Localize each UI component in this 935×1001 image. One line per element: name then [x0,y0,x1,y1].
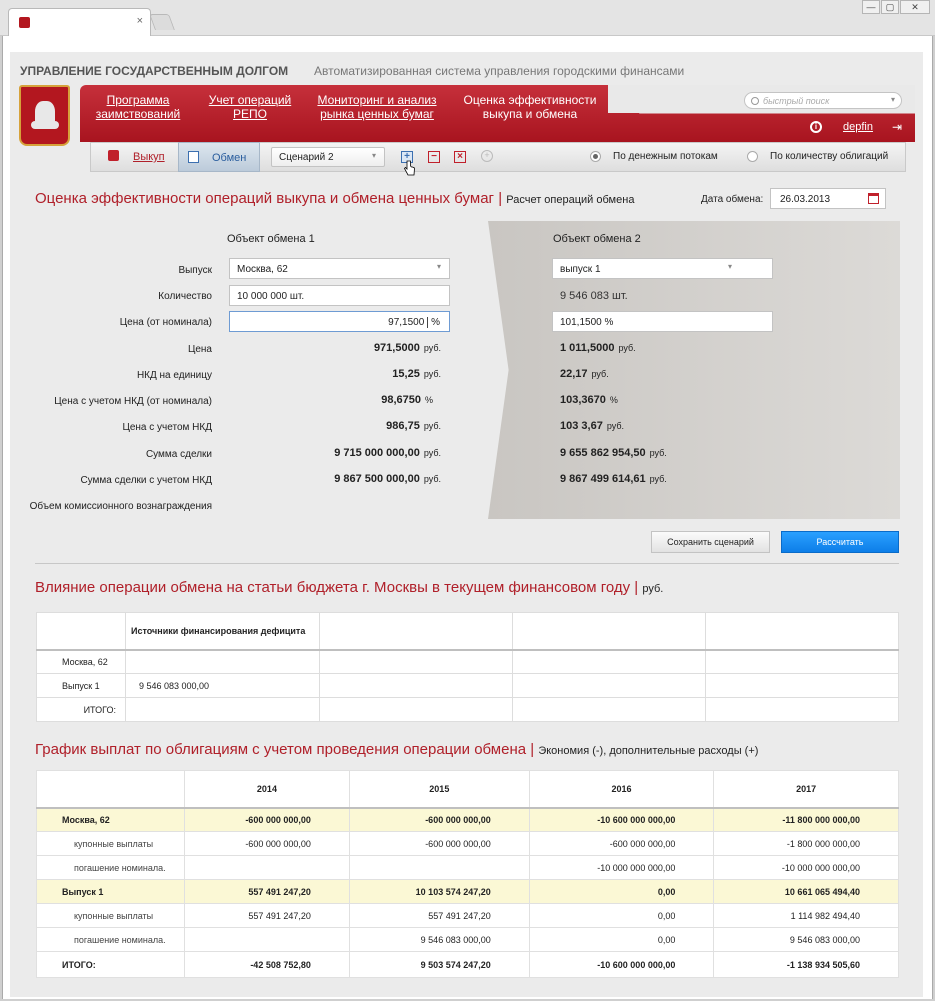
obj2-sum-nkd: 9 867 499 614,61 руб. [560,473,667,485]
table-row: Выпуск 1 9 546 083 000,00 [36,673,899,698]
maximize-button[interactable]: ▢ [881,0,899,14]
chevron-down-icon[interactable]: ▾ [891,95,895,104]
zoom-icon[interactable]: + [481,150,493,162]
obj2-price-nkd: 103 3,67 руб. [560,420,624,432]
divider [35,563,899,564]
browser-tab[interactable]: × [8,8,151,36]
column-header: Источники финансирования дефицита [125,612,320,651]
radio-bond-count-label: По количеству облигаций [770,151,889,162]
nav-item-monitoring[interactable]: Мониторинг и анализ рынка ценных бумаг [316,93,438,121]
obj1-nkd: 15,25 руб. [392,368,441,380]
obj1-qty-input[interactable]: 10 000 000 шт. [229,285,450,306]
scenario-select[interactable]: Сценарий 2 ▾ [271,147,385,167]
obj2-qty: 9 546 083 шт. [560,290,628,302]
table-row: купонные выплаты -600 000 000,00 -600 000… [36,831,899,856]
label-qty: Количество [158,291,212,302]
chevron-down-icon: ▾ [727,262,732,271]
budget-section-title: Влияние операции обмена на статьи бюджет… [35,579,664,596]
obj2-price: 1 011,5000 руб. [560,342,636,354]
exchange-icon [188,151,199,163]
obj2-vypusk-select[interactable]: выпуск 1 ▾ [552,258,773,279]
calendar-icon[interactable] [868,193,879,204]
search-input[interactable]: быстрый поиск ▾ [744,92,902,109]
obj2-price-nom-input[interactable]: 101,1500 % [552,311,773,332]
label-sum-nkd: Сумма сделки с учетом НКД [80,475,212,486]
nav-item-program[interactable]: Программа заимствований [95,93,181,121]
table-row: купонные выплаты 557 491 247,20 557 491 2… [36,903,899,928]
table-row: погашение номинала. 9 546 083 000,00 0,00… [36,927,899,952]
close-window-button[interactable]: ✕ [900,0,930,14]
table-row: Москва, 62 -600 000 000,00 -600 000 000,0… [36,807,899,832]
radio-cashflow-label: По денежным потокам [613,151,718,162]
table-header: Источники финансирования дефицита [36,612,899,651]
section-title: Оценка эффективности операций выкупа и о… [35,190,635,207]
label-price-nom: Цена (от номинала) [119,317,212,328]
obj1-price: 971,5000 руб. [373,342,441,354]
obj2-price-nkd-nom: 103,3670% [560,394,618,406]
logout-icon[interactable]: ⇥ [892,120,902,134]
label-sum: Сумма сделки [145,449,212,460]
brand-subtitle: Автоматизированная система управления го… [314,64,685,78]
label-commission: Объем комиссионного вознаграждения [29,501,212,512]
payments-table: 2014 2015 2016 2017 Москва, 62 -600 000 … [36,770,899,978]
hand-cursor-icon [404,160,415,176]
label-price-nkd-nom: Цена с учетом НКД (от номинала) [54,396,212,407]
close-tab-icon[interactable]: × [137,15,143,27]
brand-title: УПРАВЛЕНИЕ ГОСУДАРСТВЕННЫМ ДОЛГОМ [20,64,289,78]
save-scenario-button[interactable]: Сохранить сценарий [651,531,770,553]
obj1-vypusk-select[interactable]: Москва, 62 ▾ [229,258,450,279]
table-total-row: ИТОГО: -42 508 752,80 9 503 574 247,20 -10… [36,951,899,978]
payments-section-title: График выплат по облигациям с учетом про… [35,741,759,758]
remove-scenario-button[interactable]: − [428,151,440,163]
tab-obmen[interactable]: Обмен [178,142,260,172]
obj1-sum: 9 715 000 000,00 руб. [334,447,441,459]
label-price-nkd: Цена с учетом НКД [122,422,212,433]
search-icon [751,97,759,105]
minimize-button[interactable]: — [862,0,880,14]
chevron-down-icon: ▾ [371,151,376,160]
table-row: Москва, 62 [36,649,899,674]
year-header: 2015 [348,770,530,809]
delete-scenario-button[interactable]: × [454,151,466,163]
year-header: 2016 [528,770,715,809]
tab-vykup[interactable]: Выкуп [90,142,177,172]
table-row: Выпуск 1 557 491 247,20 10 103 574 247,20… [36,879,899,904]
table-row: ИТОГО: [36,697,899,722]
radio-cashflow[interactable] [590,151,601,162]
year-header: 2017 [713,770,899,809]
chevron-down-icon: ▾ [436,262,441,271]
object2-title: Объект обмена 2 [553,233,641,245]
date-label: Дата обмена: [701,194,764,205]
radio-bond-count[interactable] [747,151,758,162]
nav-item-repo[interactable]: Учет операций РЕПО [206,93,294,121]
obj1-price-nkd: 986,75 руб. [386,420,441,432]
buyback-icon [108,150,119,161]
date-input[interactable]: 26.03.2013 [770,188,886,209]
user-link[interactable]: depfin [843,121,873,133]
year-header: 2014 [184,770,350,809]
label-vypusk: Выпуск [178,265,212,276]
obj2-nkd: 22,17 руб. [560,368,609,380]
table-row: погашение номинала. -10 000 000 000,00 -1… [36,855,899,880]
obj1-price-nom-input[interactable]: 97,1500 % [229,311,450,332]
info-icon[interactable]: i [810,121,822,133]
label-price: Цена [187,344,212,355]
obj1-price-nkd-nom: 98,6750% [381,394,433,406]
moscow-crest-logo [19,85,70,146]
label-nkd: НКД на единицу [136,370,212,381]
favicon-icon [19,17,30,28]
obj2-sum: 9 655 862 954,50 руб. [560,447,667,459]
object1-title: Объект обмена 1 [227,233,315,245]
table-header: 2014 2015 2016 2017 [36,770,899,809]
calculate-button[interactable]: Рассчитать [781,531,899,553]
nav-item-efficiency-active[interactable]: Оценка эффективности выкупа и обмена [460,93,600,121]
budget-table: Источники финансирования дефицита Москва… [36,612,899,722]
obj1-sum-nkd: 9 867 500 000,00 руб. [334,473,441,485]
